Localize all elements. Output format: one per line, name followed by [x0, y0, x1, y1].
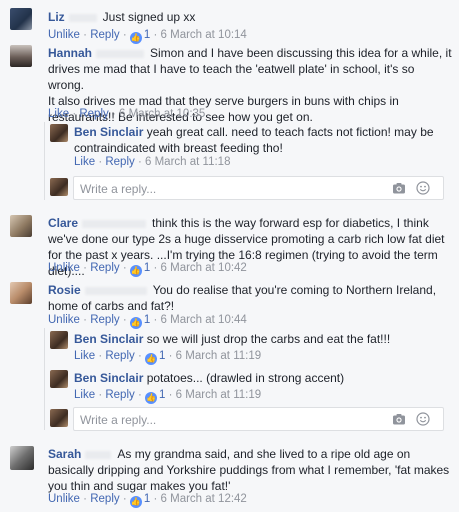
comment-actions: Unlike · Reply · 👍 1 · 6 March at 10:44	[48, 314, 247, 329]
redacted-surname	[84, 286, 147, 295]
comment-actions: Like · Reply · 6 March at 11:18	[74, 156, 231, 168]
comment-actions: Like · Reply · 6 March at 10:35	[48, 108, 206, 120]
like-count-icon[interactable]: 👍	[129, 32, 142, 44]
unlike-link[interactable]: Unlike	[48, 262, 80, 274]
unlike-link[interactable]: Unlike	[48, 314, 80, 326]
timestamp[interactable]: 6 March at 10:42	[161, 262, 247, 274]
like-link[interactable]: Like	[48, 108, 69, 120]
reply-link[interactable]: Reply	[105, 350, 134, 362]
reply-input-box[interactable]	[73, 176, 444, 200]
timestamp[interactable]: 6 March at 10:44	[161, 314, 247, 326]
reply-link[interactable]: Reply	[90, 493, 119, 505]
like-count[interactable]: 1	[159, 350, 165, 362]
timestamp[interactable]: 6 March at 11:18	[145, 156, 230, 168]
comment-text: Just signed up xx	[102, 10, 196, 24]
commenter-name[interactable]: Sarah	[48, 447, 81, 461]
avatar[interactable]	[50, 370, 68, 388]
reply-link[interactable]: Reply	[90, 29, 119, 41]
redacted-surname	[82, 219, 147, 228]
like-link[interactable]: Like	[74, 350, 95, 362]
comment-actions: Like · Reply · 👍 1 · 6 March at 11:19	[74, 389, 262, 404]
avatar[interactable]	[50, 124, 68, 142]
like-count-icon[interactable]: 👍	[129, 265, 142, 277]
commenter-name[interactable]: Ben Sinclair	[74, 332, 143, 346]
reply-composer	[0, 176, 459, 200]
reply-input-box[interactable]	[73, 407, 444, 431]
commenter-name[interactable]: Hannah	[48, 46, 92, 60]
timestamp[interactable]: 6 March at 10:35	[119, 108, 205, 120]
like-count-icon[interactable]: 👍	[129, 496, 142, 508]
emoji-icon[interactable]	[416, 181, 430, 195]
avatar	[50, 178, 68, 196]
comment-actions: Unlike · Reply · 👍 1 · 6 March at 10:14	[48, 29, 247, 44]
reply-input[interactable]	[78, 180, 372, 198]
reply-input[interactable]	[78, 411, 372, 429]
like-count[interactable]: 1	[144, 262, 150, 274]
reply-link[interactable]: Reply	[105, 389, 134, 401]
comment-actions: Unlike · Reply · 👍 1 · 6 March at 12:42	[48, 493, 247, 508]
avatar[interactable]	[10, 45, 32, 67]
like-count[interactable]: 1	[144, 493, 150, 505]
avatar[interactable]	[50, 331, 68, 349]
unlike-link[interactable]: Unlike	[48, 29, 80, 41]
redacted-surname	[68, 13, 97, 22]
like-count[interactable]: 1	[144, 29, 150, 41]
commenter-name[interactable]: Ben Sinclair	[74, 125, 143, 139]
redacted-surname	[85, 450, 112, 459]
redacted-surname	[96, 49, 145, 58]
reply-link[interactable]: Reply	[90, 314, 119, 326]
unlike-link[interactable]: Unlike	[48, 493, 80, 505]
commenter-name[interactable]: Ben Sinclair	[74, 371, 143, 385]
commenter-name[interactable]: Liz	[48, 10, 65, 24]
like-count-icon[interactable]: 👍	[145, 392, 158, 404]
commenter-name[interactable]: Rosie	[48, 283, 81, 297]
comment-text: so we will just drop the carbs and eat t…	[146, 332, 391, 346]
avatar	[50, 409, 68, 427]
avatar[interactable]	[10, 282, 32, 304]
commenter-name[interactable]: Clare	[48, 216, 78, 230]
reply-link[interactable]: Reply	[79, 108, 108, 120]
reply-link[interactable]: Reply	[90, 262, 119, 274]
like-count[interactable]: 1	[144, 314, 150, 326]
camera-icon[interactable]	[392, 181, 406, 195]
like-link[interactable]: Like	[74, 389, 95, 401]
comment-text: potatoes... (drawled in strong accent)	[146, 371, 345, 385]
comment-actions: Unlike · Reply · 👍 1 · 6 March at 10:42	[48, 262, 247, 277]
comment-actions: Like · Reply · 👍 1 · 6 March at 11:19	[74, 350, 262, 365]
camera-icon[interactable]	[392, 412, 406, 426]
timestamp[interactable]: 6 March at 11:19	[176, 389, 261, 401]
avatar[interactable]	[10, 215, 32, 237]
avatar[interactable]	[10, 446, 34, 470]
reply-composer	[0, 407, 459, 431]
reply-link[interactable]: Reply	[105, 156, 134, 168]
timestamp[interactable]: 6 March at 10:14	[161, 29, 247, 41]
emoji-icon[interactable]	[416, 412, 430, 426]
like-count[interactable]: 1	[159, 389, 165, 401]
timestamp[interactable]: 6 March at 12:42	[161, 493, 247, 505]
avatar[interactable]	[10, 8, 32, 30]
timestamp[interactable]: 6 March at 11:19	[176, 350, 261, 362]
like-link[interactable]: Like	[74, 156, 95, 168]
like-count-icon[interactable]: 👍	[129, 317, 142, 329]
like-count-icon[interactable]: 👍	[145, 353, 158, 365]
